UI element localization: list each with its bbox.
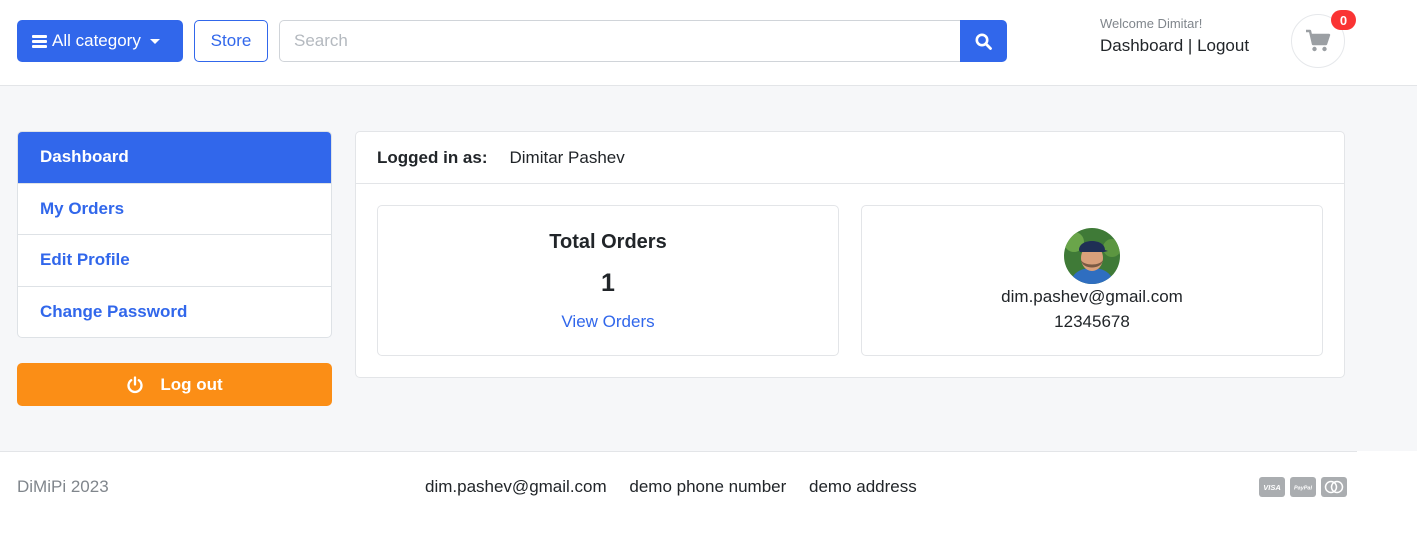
profile-email: dim.pashev@gmail.com [1001, 287, 1183, 306]
sidebar-item-dashboard[interactable]: Dashboard [18, 132, 331, 184]
sidebar-item-my-orders[interactable]: My Orders [18, 184, 331, 235]
total-orders-count: 1 [601, 269, 615, 297]
view-orders-link[interactable]: View Orders [378, 312, 838, 332]
footer-phone: demo phone number [629, 477, 787, 496]
svg-text:VISA: VISA [1263, 483, 1281, 491]
store-button[interactable]: Store [194, 20, 268, 62]
sidebar-item-change-password[interactable]: Change Password [18, 287, 331, 338]
account-card: Logged in as: Dimitar Pashev Total Order… [355, 131, 1345, 378]
search-input[interactable] [279, 20, 961, 62]
copyright-text: DiMiPi 2023 [17, 477, 109, 496]
logout-label: Log out [160, 374, 223, 394]
svg-text:PayPal: PayPal [1294, 486, 1313, 492]
mastercard-icon [1321, 477, 1347, 497]
profile-phone: 12345678 [1054, 312, 1130, 331]
total-orders-title: Total Orders [549, 231, 667, 253]
welcome-text: Welcome Dimitar! [1100, 16, 1203, 31]
cart-count-badge: 0 [1331, 10, 1356, 30]
dashboard-link[interactable]: Dashboard [1100, 36, 1183, 55]
footer-divider [0, 451, 1357, 452]
paypal-icon: PayPal [1290, 477, 1316, 497]
total-orders-box: Total Orders 1 View Orders [377, 205, 839, 356]
profile-box: dim.pashev@gmail.com 12345678 [861, 205, 1323, 356]
all-category-label: All category [52, 31, 141, 50]
link-separator: | [1187, 36, 1193, 55]
top-header: All category Store Welcome Dimitar! Dash… [0, 0, 1417, 86]
logout-button[interactable]: Log out [17, 363, 332, 406]
account-card-header: Logged in as: Dimitar Pashev [356, 132, 1344, 184]
search-button[interactable] [960, 20, 1007, 62]
logged-in-label: Logged in as: [377, 147, 488, 167]
shopping-cart-icon [1306, 29, 1331, 52]
visa-icon: VISA [1259, 477, 1285, 497]
sidebar-nav: Dashboard My Orders Edit Profile Change … [17, 131, 332, 338]
all-category-button[interactable]: All category [17, 20, 183, 62]
footer-email: dim.pashev@gmail.com [425, 477, 607, 496]
power-icon [126, 375, 144, 394]
avatar [1064, 228, 1120, 284]
user-name: Dimitar Pashev [509, 147, 625, 167]
footer-contacts: dim.pashev@gmail.com demo phone number d… [425, 477, 935, 497]
payment-methods: VISA PayPal [1259, 477, 1347, 497]
menu-bars-icon [32, 34, 47, 48]
sidebar-item-edit-profile[interactable]: Edit Profile [18, 235, 331, 287]
search-icon [975, 33, 992, 50]
user-links: Dashboard | Logout [1100, 36, 1249, 56]
caret-down-icon [149, 38, 160, 44]
logout-link[interactable]: Logout [1197, 36, 1249, 55]
footer-address: demo address [809, 477, 917, 496]
